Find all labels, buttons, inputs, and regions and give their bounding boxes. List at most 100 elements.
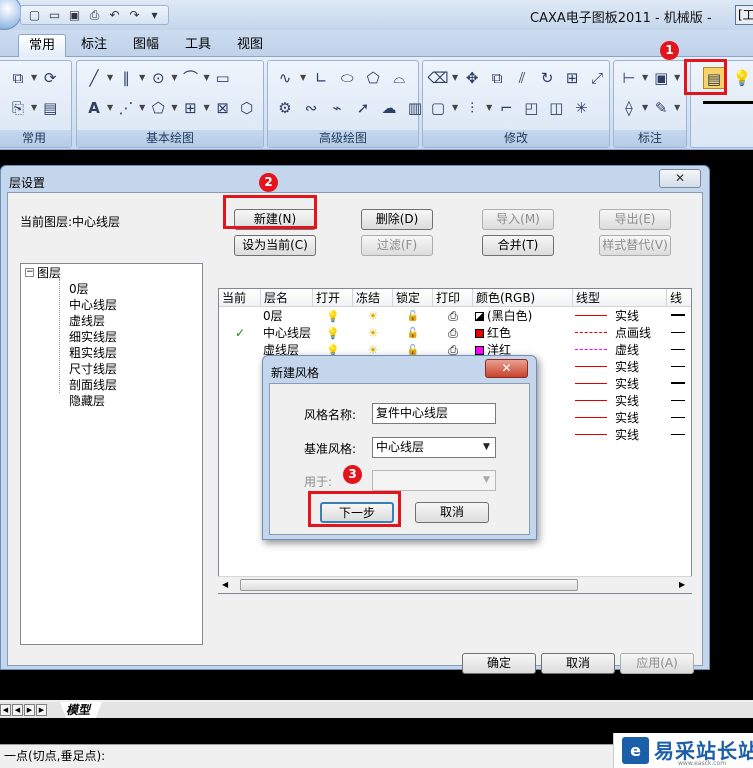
column-header[interactable]: 线 [667,289,691,307]
filter-button[interactable]: 过滤(F) [361,235,433,256]
ok-button[interactable]: 确定 [462,653,536,674]
bulb-icon[interactable]: 💡 [313,308,353,325]
cancel-button[interactable]: 取消 [415,502,489,523]
tree-collapse-icon[interactable]: − [25,268,34,277]
stretch-icon[interactable]: ◫ [545,97,567,119]
bulb-icon[interactable]: 💡 [313,325,353,342]
style-name-field[interactable]: 复件中心线层 [372,403,496,424]
column-header[interactable]: 锁定 [393,289,433,307]
tree-item[interactable]: 0层 [69,281,89,297]
spline-icon[interactable]: ∿ [274,67,296,89]
column-header[interactable]: 线型 [573,289,667,307]
line-weight-sample[interactable] [671,359,691,376]
scroll-thumb[interactable] [240,579,578,591]
line-icon[interactable]: ╱ [83,67,105,89]
text-icon[interactable]: A [83,97,105,119]
line-weight-sample[interactable] [671,393,691,410]
copy-entity-icon[interactable]: ⧉ [486,67,508,89]
current-check-icon[interactable] [219,342,261,359]
close-button[interactable]: ✕ [485,359,528,378]
line-weight-sample[interactable] [671,308,691,325]
explode-icon[interactable]: ✳ [570,97,592,119]
line-weight-sample[interactable] [671,325,691,342]
column-header[interactable]: 打印 [433,289,473,307]
print-icon[interactable]: ⎙ [433,325,473,342]
customize-icon[interactable]: ▾ [147,8,162,23]
set-current-button[interactable]: 设为当前(C) [234,235,316,256]
tab-view[interactable]: 视图 [228,34,272,57]
current-check-icon[interactable]: ✓ [219,325,261,342]
polygon-icon[interactable]: ⬠ [147,97,169,119]
undo-icon[interactable]: ↶ [107,8,122,23]
current-check-icon[interactable] [219,427,261,444]
tab-dimension[interactable]: 标注 [72,34,116,57]
import-button[interactable]: 导入(M) [482,209,554,230]
line-weight-sample[interactable] [671,376,691,393]
scroll-right-icon[interactable]: ▶ [679,580,685,589]
tree-root[interactable]: 图层 [37,265,61,281]
light-bulb-icon[interactable]: 💡 [731,67,753,89]
layer-name[interactable]: 0层 [263,308,313,325]
dimension-icon[interactable]: ⊢ [618,67,640,89]
array-icon[interactable]: ⊞ [561,67,583,89]
redo-icon[interactable]: ↷ [127,8,142,23]
copy-icon[interactable]: ⧉ [7,67,29,89]
base-style-select[interactable]: 中心线层 ▼ [372,437,496,458]
chevron-down-icon[interactable]: ▼ [478,438,495,457]
print-icon[interactable]: ⎙ [87,8,102,23]
rotate-icon[interactable]: ↻ [536,67,558,89]
offset-icon[interactable]: ⫶ [461,97,483,119]
tree-item[interactable]: 剖面线层 [69,377,117,393]
column-header[interactable]: 颜色(RGB) [473,289,573,307]
open-folder-icon[interactable]: ▭ [47,8,62,23]
application-menu-button[interactable] [0,0,22,30]
edit-dimension-icon[interactable]: ✎ [650,97,672,119]
tolerance-icon[interactable]: ▣ [650,67,672,89]
tab-tools[interactable]: 工具 [176,34,220,57]
tree-item[interactable]: 虚线层 [69,313,105,329]
chamfer-icon[interactable]: ◰ [520,97,542,119]
current-check-icon[interactable] [219,376,261,393]
current-check-icon[interactable] [219,410,261,427]
line-weight-icon[interactable] [703,101,753,113]
line-weight-sample[interactable] [671,342,691,359]
mirror-icon[interactable]: ⫽ [511,67,533,89]
chevron-down-icon[interactable]: ▼ [478,471,495,490]
layer-linetype[interactable]: 实线 [575,308,667,325]
layer-name[interactable]: 中心线层 [263,325,313,342]
style-replace-button[interactable]: 样式替代(V) [599,235,671,256]
scroll-left-icon[interactable]: ◀ [222,580,228,589]
arc-icon[interactable]: ⌒ [179,67,201,89]
hole-icon[interactable]: ⌓ [388,67,410,89]
line-weight-sample[interactable] [671,410,691,427]
sun-icon[interactable]: ☀ [353,308,393,325]
print-icon[interactable]: ⎙ [433,308,473,325]
tab-common[interactable]: 常用 [18,34,66,57]
eraser-icon[interactable]: ⌫ [427,67,449,89]
layer-linetype[interactable]: 实线 [575,410,667,427]
delete-layer-button[interactable]: 删除(D) [361,209,433,230]
prev-tab-icon[interactable]: ◀ [12,704,23,716]
circle-icon[interactable]: ⊙ [147,67,169,89]
export-button[interactable]: 导出(E) [599,209,671,230]
block-icon[interactable]: ⊞ [179,97,201,119]
hatch-icon[interactable]: ⊠ [212,97,234,119]
break-line-icon[interactable]: ⌁ [326,97,348,119]
last-tab-icon[interactable]: ▶ [36,704,47,716]
next-tab-icon[interactable]: ▶ [24,704,35,716]
ellipse-icon[interactable]: ⬭ [336,67,358,89]
pentagon-icon[interactable]: ⬠ [362,67,384,89]
tree-item[interactable]: 粗实线层 [69,345,117,361]
sun-icon[interactable]: ☀ [353,325,393,342]
layer-linetype[interactable]: 虚线 [575,342,667,359]
gear-icon[interactable]: ⚙ [274,97,296,119]
tab-sheet[interactable]: 图幅 [124,34,168,57]
column-header[interactable]: 当前 [219,289,261,307]
cancel-button[interactable]: 取消 [541,653,615,674]
layer-color[interactable]: (黑白色) [475,308,573,325]
save-icon[interactable]: ▣ [67,8,82,23]
layer-linetype[interactable]: 实线 [575,427,667,444]
model-tab[interactable]: 模型 [60,702,102,718]
close-button[interactable]: ✕ [659,169,701,188]
move-icon[interactable]: ✥ [461,67,483,89]
